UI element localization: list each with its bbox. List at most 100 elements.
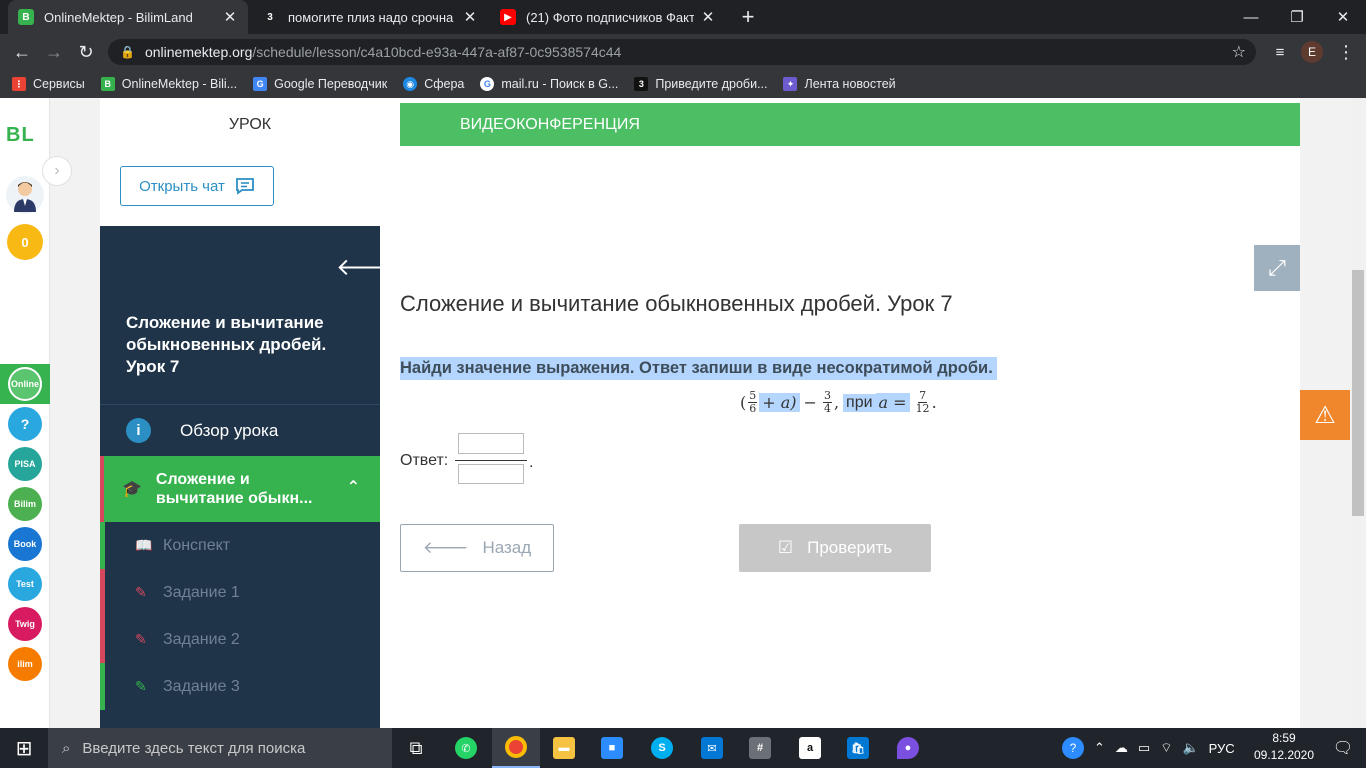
- store-icon[interactable]: 🛍: [834, 728, 882, 768]
- chevron-up-icon[interactable]: ⌃: [347, 478, 360, 497]
- period: .: [931, 393, 937, 412]
- open-chat-label: Открыть чат: [139, 177, 225, 195]
- whatsapp-icon[interactable]: ✆: [442, 728, 490, 768]
- calculator-icon[interactable]: #: [736, 728, 784, 768]
- cloud-icon[interactable]: ☁: [1115, 740, 1128, 756]
- ilimtec-app-icon[interactable]: ilim: [8, 647, 42, 681]
- new-tab-button[interactable]: +: [736, 4, 760, 30]
- google-icon: G: [480, 77, 495, 91]
- taskbar-search[interactable]: ⌕ Введите здесь текст для поиска: [48, 728, 392, 768]
- avatar[interactable]: [6, 176, 44, 214]
- bilimland-icon: B: [18, 9, 34, 25]
- help-app-icon[interactable]: ?: [8, 407, 42, 441]
- apps-grid-icon: ⋮: [12, 77, 26, 91]
- clock-time: 8:59: [1272, 731, 1296, 745]
- paint-drop-icon[interactable]: ●: [884, 728, 932, 768]
- lock-icon: 🔒: [120, 45, 135, 59]
- bookmark-google-translate[interactable]: G Google Переводчик: [253, 77, 387, 91]
- close-tab-icon[interactable]: ✕: [222, 8, 238, 26]
- answer-numerator-input[interactable]: [458, 433, 524, 454]
- bookmark-star-icon[interactable]: ☆: [1232, 42, 1246, 62]
- chevron-up-icon[interactable]: ⌃: [1094, 740, 1105, 756]
- bookmark-onlinemektep[interactable]: B OnlineMektep - Bili...: [100, 77, 237, 91]
- edit-icon: ✎: [135, 631, 147, 647]
- checkbox-check-icon: ☑: [777, 538, 794, 557]
- bilimbook-app-icon[interactable]: Book: [8, 527, 42, 561]
- reload-icon[interactable]: ↻: [74, 40, 98, 64]
- help-icon[interactable]: ?: [1062, 737, 1084, 759]
- wifi-icon[interactable]: ⌔: [1160, 740, 1172, 756]
- language-indicator[interactable]: РУС: [1209, 741, 1235, 756]
- edit-icon: ✎: [135, 678, 147, 694]
- file-explorer-icon[interactable]: ▬: [540, 728, 588, 768]
- arrow-left-icon: 🡐: [422, 538, 469, 557]
- task-view-icon[interactable]: ⧉: [392, 728, 440, 768]
- scrollbar-thumb[interactable]: [1352, 270, 1364, 516]
- browser-tab-active[interactable]: B OnlineMektep - BilimLand ✕: [8, 0, 248, 34]
- windows-start-icon[interactable]: ⊞: [0, 728, 48, 768]
- reading-list-icon[interactable]: ≡: [1268, 40, 1292, 64]
- minus-sign: −: [803, 393, 817, 412]
- fraction-bar: [455, 460, 527, 461]
- pisa-app-icon[interactable]: PISA: [8, 447, 42, 481]
- mail-icon[interactable]: ✉: [688, 728, 736, 768]
- bookmark-znanija[interactable]: 3 Приведите дроби...: [634, 77, 767, 91]
- sidebar-item-task-1[interactable]: ✎ Задание 1: [100, 569, 380, 616]
- close-tab-icon[interactable]: ✕: [700, 8, 716, 26]
- battery-icon[interactable]: ▭: [1138, 740, 1150, 756]
- minimize-icon[interactable]: —: [1228, 0, 1274, 34]
- restore-icon[interactable]: ❐: [1274, 0, 1320, 34]
- zoom-icon[interactable]: ■: [588, 728, 636, 768]
- skype-icon[interactable]: S: [638, 728, 686, 768]
- left-app-rail: BL 0 Online ? PISA Bilim Book Test Twig …: [0, 98, 50, 728]
- url-host: onlinemektep.org: [144, 44, 253, 60]
- onlinemektep-app-icon[interactable]: Online: [8, 367, 42, 401]
- bilimland-logo[interactable]: BL: [6, 124, 35, 147]
- amazon-icon[interactable]: a: [786, 728, 834, 768]
- bookmark-label: Google Переводчик: [274, 77, 388, 91]
- arrow-left-icon[interactable]: 🡐: [336, 252, 400, 282]
- tab-videoconference[interactable]: ВИДЕОКОНФЕРЕНЦИЯ: [400, 103, 1300, 146]
- browser-tab[interactable]: 3 помогите плиз надо срочна - Ш ✕: [252, 0, 488, 34]
- check-button[interactable]: ☑ Проверить: [739, 524, 931, 572]
- back-arrow-icon[interactable]: ←: [10, 40, 34, 64]
- sidebar-section-current[interactable]: 🎓 Сложение и вычитание обыкн... ⌃: [100, 456, 380, 522]
- test-app-icon[interactable]: Test: [8, 567, 42, 601]
- warning-icon[interactable]: ⚠: [1300, 390, 1350, 440]
- forward-arrow-icon[interactable]: →: [42, 40, 66, 64]
- tab-lesson[interactable]: УРОК: [100, 103, 400, 146]
- bookmark-sphere[interactable]: ◉ Сфера: [403, 77, 464, 91]
- sidebar-item-task-3[interactable]: ✎ Задание 3: [100, 663, 380, 710]
- address-bar[interactable]: 🔒 onlinemektep.org /schedule/lesson/c4a1…: [108, 39, 1256, 65]
- book-icon: 📖: [135, 537, 153, 553]
- open-chat-button[interactable]: Открыть чат: [120, 166, 274, 206]
- volume-icon[interactable]: 🔈: [1182, 740, 1198, 756]
- twig-app-icon[interactable]: Twig: [8, 607, 42, 641]
- sidebar-item-task-2[interactable]: ✎ Задание 2: [100, 616, 380, 663]
- sidebar-item-overview[interactable]: i Обзор урока: [100, 404, 380, 456]
- bookmark-services[interactable]: ⋮ Сервисы: [12, 77, 85, 91]
- fraction-5-6: 56: [748, 390, 758, 415]
- expand-fullscreen-icon[interactable]: ⤢: [1254, 245, 1300, 291]
- sidebar-item-konspekt[interactable]: 📖 Конспект: [100, 522, 380, 569]
- chrome-icon[interactable]: [492, 728, 540, 768]
- browser-tab[interactable]: ▶ (21) Фото подписчиков Фактор ✕: [490, 0, 726, 34]
- close-tab-icon[interactable]: ✕: [462, 8, 478, 26]
- menu-kebab-icon[interactable]: ⋮: [1334, 40, 1358, 64]
- bilimland-app-icon[interactable]: Bilim: [8, 487, 42, 521]
- taskbar-clock[interactable]: 8:59 09.12.2020: [1252, 730, 1316, 764]
- comma: ,: [833, 393, 840, 412]
- chevron-right-icon[interactable]: ›: [42, 156, 72, 186]
- bilimland-icon: B: [100, 77, 115, 91]
- notifications-icon[interactable]: 🗨: [1320, 728, 1366, 768]
- close-window-icon[interactable]: ✕: [1320, 0, 1366, 34]
- profile-avatar[interactable]: E: [1301, 41, 1323, 63]
- bookmark-news[interactable]: ✦ Лента новостей: [783, 77, 896, 91]
- info-icon: i: [126, 418, 151, 443]
- back-button[interactable]: 🡐 Назад: [400, 524, 554, 572]
- answer-denominator-input[interactable]: [458, 464, 524, 484]
- tab-title: помогите плиз надо срочна - Ш: [288, 9, 456, 25]
- bookmark-google-search[interactable]: Gmail.ru - Поиск в G...: [480, 77, 618, 91]
- denominator: 6: [749, 402, 757, 415]
- clock-date: 09.12.2020: [1253, 748, 1315, 762]
